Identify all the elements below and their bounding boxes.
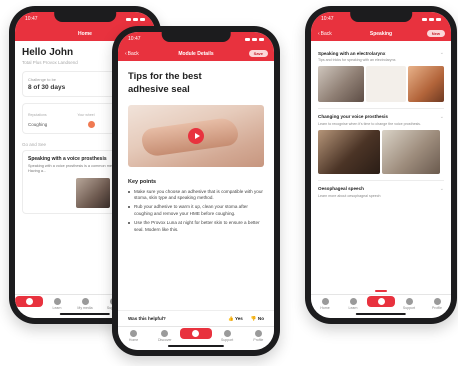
save-pill-button[interactable]: Save [248, 50, 268, 57]
card-photos [318, 129, 444, 174]
card-text: Learn to recognise when it's time to cha… [318, 121, 421, 126]
photo-background [366, 65, 406, 102]
tab-support[interactable]: Support [212, 330, 243, 342]
module-screen: 10:47 ‹ Back Module Details Save Tips for… [118, 32, 274, 350]
mood-col-1: Your wheel [77, 113, 95, 117]
status-time: 10:47 [321, 16, 334, 22]
module-title: Tips for the best adhesive seal [128, 71, 202, 95]
status-time: 10:47 [128, 36, 141, 42]
chevron-down-icon: ⌄ [439, 50, 444, 56]
app-bar: ‹ Back Speaking New [311, 26, 451, 41]
helpful-options: 👍 Yes 👎 No [228, 316, 264, 322]
status-time: 10:47 [25, 16, 38, 22]
home-icon [130, 330, 138, 337]
tab-profile[interactable]: Profile [423, 298, 451, 310]
play-icon[interactable] [188, 127, 204, 144]
home-indicator [355, 313, 407, 315]
key-point: Make sure you choose an adhesive that is… [128, 189, 264, 202]
module-content: Tips for the best adhesive seal Key poin… [118, 61, 274, 242]
speaking-screen: 10:47 ‹ Back Speaking New Speaking with a… [311, 12, 451, 318]
photo-woman [408, 65, 444, 102]
mood-dot-orange [87, 121, 95, 128]
no-button[interactable]: 👎 No [251, 316, 264, 322]
notch [350, 12, 412, 22]
book-icon [53, 298, 61, 305]
mood-label-1: Reputations [28, 113, 47, 117]
tab-profile[interactable]: Profile [243, 330, 274, 342]
mood-label-2: Coughing [28, 122, 48, 127]
support-icon [223, 330, 231, 337]
card-voice-prosthesis[interactable]: Changing your voice prosthesis ⌄ Learn to… [318, 109, 444, 181]
key-point: Use the Provox Luna at night for better … [128, 220, 264, 233]
phone-module-details: 10:47 ‹ Back Module Details Save Tips for… [112, 26, 280, 356]
tab-home[interactable]: Home [311, 298, 339, 310]
notch [54, 12, 116, 22]
home-icon [321, 298, 329, 305]
yes-button[interactable]: 👍 Yes [228, 316, 243, 322]
active-indicator [375, 290, 387, 292]
tab-support[interactable]: Support [395, 298, 423, 310]
card-title-row: Changing your voice prosthesis ⌄ [318, 114, 444, 120]
plus-icon [192, 330, 200, 337]
home-indicator [167, 345, 225, 347]
photo-listener [382, 129, 440, 174]
tab-my-media[interactable]: My media [71, 298, 99, 310]
app-bar-title: Module Details [178, 50, 214, 57]
chevron-down-icon: ⌄ [439, 113, 444, 120]
card-text: Tips and tricks for speaking with an ele… [318, 58, 397, 62]
card-title: Changing your voice prosthesis [318, 114, 388, 120]
card-title-row: Oesophageal speech ⌄ [318, 186, 444, 192]
thumbs-up-icon: 👍 [228, 315, 234, 321]
status-icons [126, 17, 145, 21]
card-text: Learn more about oesophageal speech [318, 193, 381, 198]
compass-icon [161, 330, 169, 337]
back-button[interactable]: ‹ Back [318, 31, 332, 37]
helpful-question: Was this helpful? [128, 316, 166, 321]
phone-speaking: 10:47 ‹ Back Speaking New Speaking with a… [305, 6, 457, 324]
tab-learn[interactable]: Learn [43, 298, 71, 310]
card-electrolarynx[interactable]: Speaking with an electrolarynx ⌄ Tips and… [318, 45, 444, 109]
card-title-row: Speaking with an electrolarynx ⌄ [318, 50, 444, 56]
app-bar: ‹ Back Module Details Save [118, 46, 274, 61]
article-photo [76, 178, 110, 209]
photo-speaker [318, 129, 380, 174]
card-title: Speaking with an electrolarynx [318, 50, 386, 56]
home-icon [25, 298, 33, 305]
book-icon [349, 298, 357, 305]
thumbs-down-icon: 👎 [250, 315, 257, 321]
photo-man [318, 65, 364, 102]
video-player[interactable] [128, 104, 264, 167]
app-bar-title: Speaking [369, 30, 393, 37]
chevron-left-icon: ‹ [318, 30, 320, 37]
key-point: Rub your adhesive to warm it up, clean y… [128, 204, 264, 217]
new-pill-button[interactable]: New [426, 30, 445, 37]
card-photos [318, 65, 444, 102]
helpful-bar: Was this helpful? 👍 Yes 👎 No [118, 310, 274, 326]
notch [161, 32, 231, 42]
app-bar-title: Home [78, 30, 92, 37]
chevron-left-icon: ‹ [125, 50, 127, 57]
tab-centre[interactable] [367, 296, 395, 307]
profile-icon [254, 330, 262, 337]
media-icon [81, 298, 89, 305]
key-points-heading: Key points [128, 178, 157, 185]
card-oesophageal[interactable]: Oesophageal speech ⌄ Learn more about oes… [318, 181, 444, 208]
tab-learn[interactable]: Learn [339, 298, 367, 310]
speaking-content: Speaking with an electrolarynx ⌄ Tips and… [311, 41, 451, 212]
tab-centre[interactable] [180, 328, 212, 339]
status-icons [245, 37, 264, 41]
profile-icon [433, 298, 441, 305]
key-points-list: Make sure you choose an adhesive that is… [128, 189, 264, 234]
back-button[interactable]: ‹ Back [125, 51, 139, 57]
tab-home[interactable]: Home [118, 330, 149, 342]
plus-icon [377, 298, 385, 305]
support-icon [405, 298, 413, 305]
tab-home[interactable] [15, 296, 43, 307]
tab-discover[interactable]: Discover [149, 330, 180, 342]
card-title: Oesophageal speech [318, 186, 364, 192]
home-indicator [59, 313, 111, 315]
status-icons [422, 17, 441, 21]
app-showcase: 10:47 Home Hello John Total Plus Provox … [0, 0, 458, 366]
chevron-down-icon: ⌄ [439, 185, 444, 192]
